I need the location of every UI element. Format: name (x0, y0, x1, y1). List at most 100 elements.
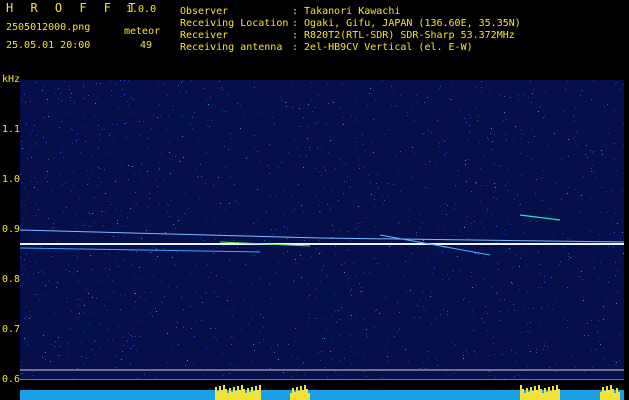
info-receiver-value: : R820T2(RTL-SDR) SDR-Sharp 53.372MHz (292, 30, 515, 41)
noise-pixel (372, 142, 373, 143)
noise-pixel (553, 242, 554, 243)
noise-pixel (288, 344, 289, 345)
noise-pixel (26, 124, 27, 125)
noise-pixel (197, 176, 198, 177)
noise-pixel (466, 122, 467, 123)
noise-pixel (490, 371, 491, 372)
noise-pixel (477, 100, 478, 101)
noise-pixel (149, 252, 150, 253)
noise-pixel (50, 228, 51, 229)
noise-pixel (36, 203, 37, 204)
noise-pixel (170, 173, 171, 174)
noise-pixel (38, 272, 39, 273)
noise-pixel (222, 110, 223, 111)
noise-pixel (593, 80, 594, 81)
noise-pixel (298, 184, 299, 185)
noise-pixel (140, 135, 141, 136)
noise-pixel (350, 290, 351, 291)
noise-pixel (167, 204, 168, 205)
noise-pixel (201, 176, 202, 177)
noise-pixel (166, 129, 167, 130)
noise-pixel (299, 108, 300, 109)
noise-pixel (183, 327, 184, 328)
noise-pixel (88, 293, 89, 294)
noise-pixel (290, 123, 291, 124)
noise-pixel (439, 146, 440, 147)
noise-pixel (173, 164, 174, 165)
noise-pixel (481, 318, 482, 319)
noise-pixel (295, 328, 296, 329)
noise-pixel (94, 222, 95, 223)
noise-pixel (139, 173, 140, 174)
noise-pixel (135, 192, 136, 193)
noise-pixel (428, 358, 429, 359)
noise-pixel (461, 331, 462, 332)
noise-pixel (311, 256, 312, 257)
noise-pixel (146, 257, 147, 258)
noise-pixel (615, 213, 616, 214)
signal-peak (600, 392, 602, 400)
noise-pixel (476, 108, 477, 109)
noise-pixel (175, 265, 176, 266)
noise-pixel (508, 182, 509, 183)
noise-pixel (69, 271, 70, 272)
noise-pixel (590, 150, 591, 151)
noise-pixel (295, 259, 296, 260)
noise-pixel (568, 259, 569, 260)
noise-pixel (497, 292, 498, 293)
noise-pixel (339, 159, 340, 160)
signal-peak (544, 388, 546, 400)
noise-pixel (541, 287, 542, 288)
noise-pixel (342, 83, 343, 84)
noise-pixel (327, 376, 328, 377)
noise-pixel (348, 231, 349, 232)
noise-pixel (175, 156, 176, 157)
noise-pixel (309, 295, 310, 296)
noise-pixel (169, 216, 170, 217)
noise-pixel (606, 191, 607, 192)
noise-pixel (20, 226, 21, 227)
meteor-trace (20, 247, 261, 253)
noise-pixel (178, 220, 179, 221)
noise-pixel (485, 306, 486, 307)
noise-pixel (455, 203, 456, 204)
noise-pixel (567, 320, 568, 321)
noise-pixel (307, 284, 308, 285)
signal-peak (292, 388, 294, 400)
noise-pixel (565, 124, 566, 125)
noise-pixel (113, 138, 114, 139)
noise-pixel (115, 181, 116, 182)
noise-pixel (136, 251, 137, 252)
noise-pixel (163, 84, 164, 85)
noise-pixel (43, 335, 44, 336)
noise-pixel (489, 375, 490, 376)
noise-pixel (222, 246, 223, 247)
noise-pixel (210, 97, 211, 98)
noise-pixel (526, 155, 527, 156)
noise-pixel (605, 126, 606, 127)
noise-pixel (47, 99, 48, 100)
noise-pixel (481, 222, 482, 223)
noise-pixel (527, 366, 528, 367)
noise-pixel (568, 139, 569, 140)
noise-pixel (28, 344, 29, 345)
info-location-value: : Ogaki, Gifu, JAPAN (136.60E, 35.35N) (292, 18, 521, 29)
signal-peak (241, 385, 243, 400)
noise-pixel (455, 185, 456, 186)
noise-pixel (366, 376, 367, 377)
noise-pixel (281, 162, 282, 163)
noise-pixel (101, 211, 102, 212)
noise-pixel (168, 205, 169, 206)
noise-pixel (398, 223, 399, 224)
noise-pixel (141, 238, 142, 239)
noise-pixel (339, 108, 340, 109)
noise-pixel (107, 276, 108, 277)
signal-peak (215, 387, 217, 400)
noise-pixel (464, 227, 465, 228)
noise-pixel (367, 105, 368, 106)
noise-pixel (322, 338, 323, 339)
noise-pixel (489, 355, 490, 356)
noise-pixel (344, 263, 345, 264)
noise-pixel (490, 98, 491, 99)
noise-pixel (183, 157, 184, 158)
